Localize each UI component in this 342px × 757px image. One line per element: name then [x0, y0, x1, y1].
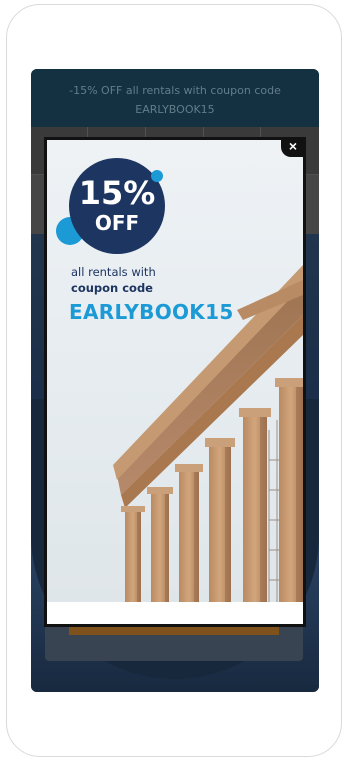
decor-dot-small	[151, 170, 163, 182]
close-icon: ×	[288, 138, 298, 154]
discount-badge: 15% OFF	[69, 158, 165, 254]
popup-image-area: 15% OFF all rentals with coupon code EAR…	[47, 140, 303, 602]
close-button[interactable]: ×	[281, 137, 305, 157]
popup-copy-line2: coupon code	[71, 281, 153, 295]
badge-off: OFF	[94, 211, 140, 235]
coupon-code: EARLYBOOK15	[69, 300, 234, 324]
promo-popup: 15% OFF all rentals with coupon code EAR…	[44, 137, 306, 627]
popup-copy-line1: all rentals with	[71, 265, 156, 279]
popup-footer	[47, 602, 303, 624]
badge-percent: 15%	[78, 174, 156, 212]
